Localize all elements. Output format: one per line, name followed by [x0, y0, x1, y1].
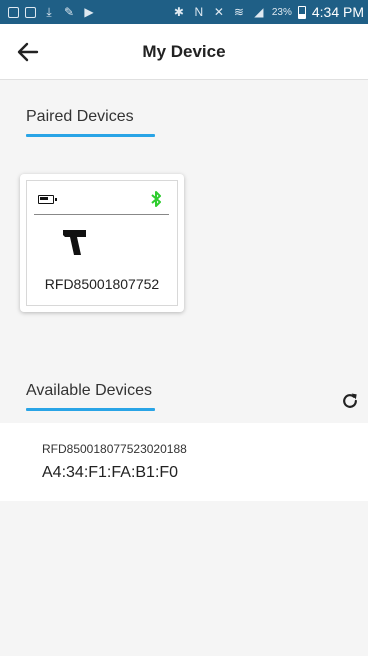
app-bar: My Device	[0, 24, 368, 80]
back-button[interactable]	[0, 24, 56, 80]
arrow-left-icon	[17, 42, 39, 61]
available-devices-underline	[26, 408, 155, 411]
close-notification-icon	[25, 6, 36, 18]
list-item[interactable]: RFD850018077523020188 A4:34:F1:FA:B1:F0	[0, 423, 368, 501]
refresh-icon	[343, 393, 357, 408]
status-bar: ⤓ ✎ ▶ ✱ N ✕ ≋ ◢ 23% 4:34 PM	[0, 0, 368, 24]
wifi-icon: ≋	[233, 5, 244, 19]
battery-percent: 23%	[271, 6, 292, 18]
card-divider	[34, 214, 169, 215]
signal-icon: ◢	[254, 5, 264, 19]
battery-icon	[38, 195, 57, 204]
scanner-gun-icon	[63, 230, 86, 255]
gallery-notification-icon	[8, 6, 19, 18]
refresh-button[interactable]	[340, 391, 360, 411]
available-device-mac: A4:34:F1:FA:B1:F0	[42, 464, 179, 481]
bluetooth-icon	[151, 191, 161, 207]
nfc-icon: N	[194, 5, 204, 19]
status-right-icons: ✱ N ✕ ≋ ◢ 23% 4:34 PM	[172, 4, 364, 20]
wrench-icon: ✎	[63, 5, 75, 19]
available-devices-title: Available Devices	[26, 382, 152, 399]
available-devices-list: RFD850018077523020188 A4:34:F1:FA:B1:F0	[0, 423, 368, 501]
available-device-name: RFD850018077523020188	[42, 442, 187, 456]
bluetooth-status-icon: ✱	[173, 5, 184, 19]
paired-devices-underline	[26, 134, 155, 137]
play-icon: ▶	[84, 5, 94, 19]
paired-device-card[interactable]: RFD85001807752	[20, 174, 184, 312]
mute-icon: ✕	[213, 5, 224, 19]
battery-status-icon	[297, 5, 306, 19]
paired-device-name: RFD85001807752	[44, 276, 160, 292]
status-left-icons: ⤓ ✎ ▶	[8, 5, 96, 19]
status-time: 4:34 PM	[311, 4, 364, 20]
paired-devices-title: Paired Devices	[26, 108, 134, 125]
download-icon: ⤓	[46, 5, 52, 19]
